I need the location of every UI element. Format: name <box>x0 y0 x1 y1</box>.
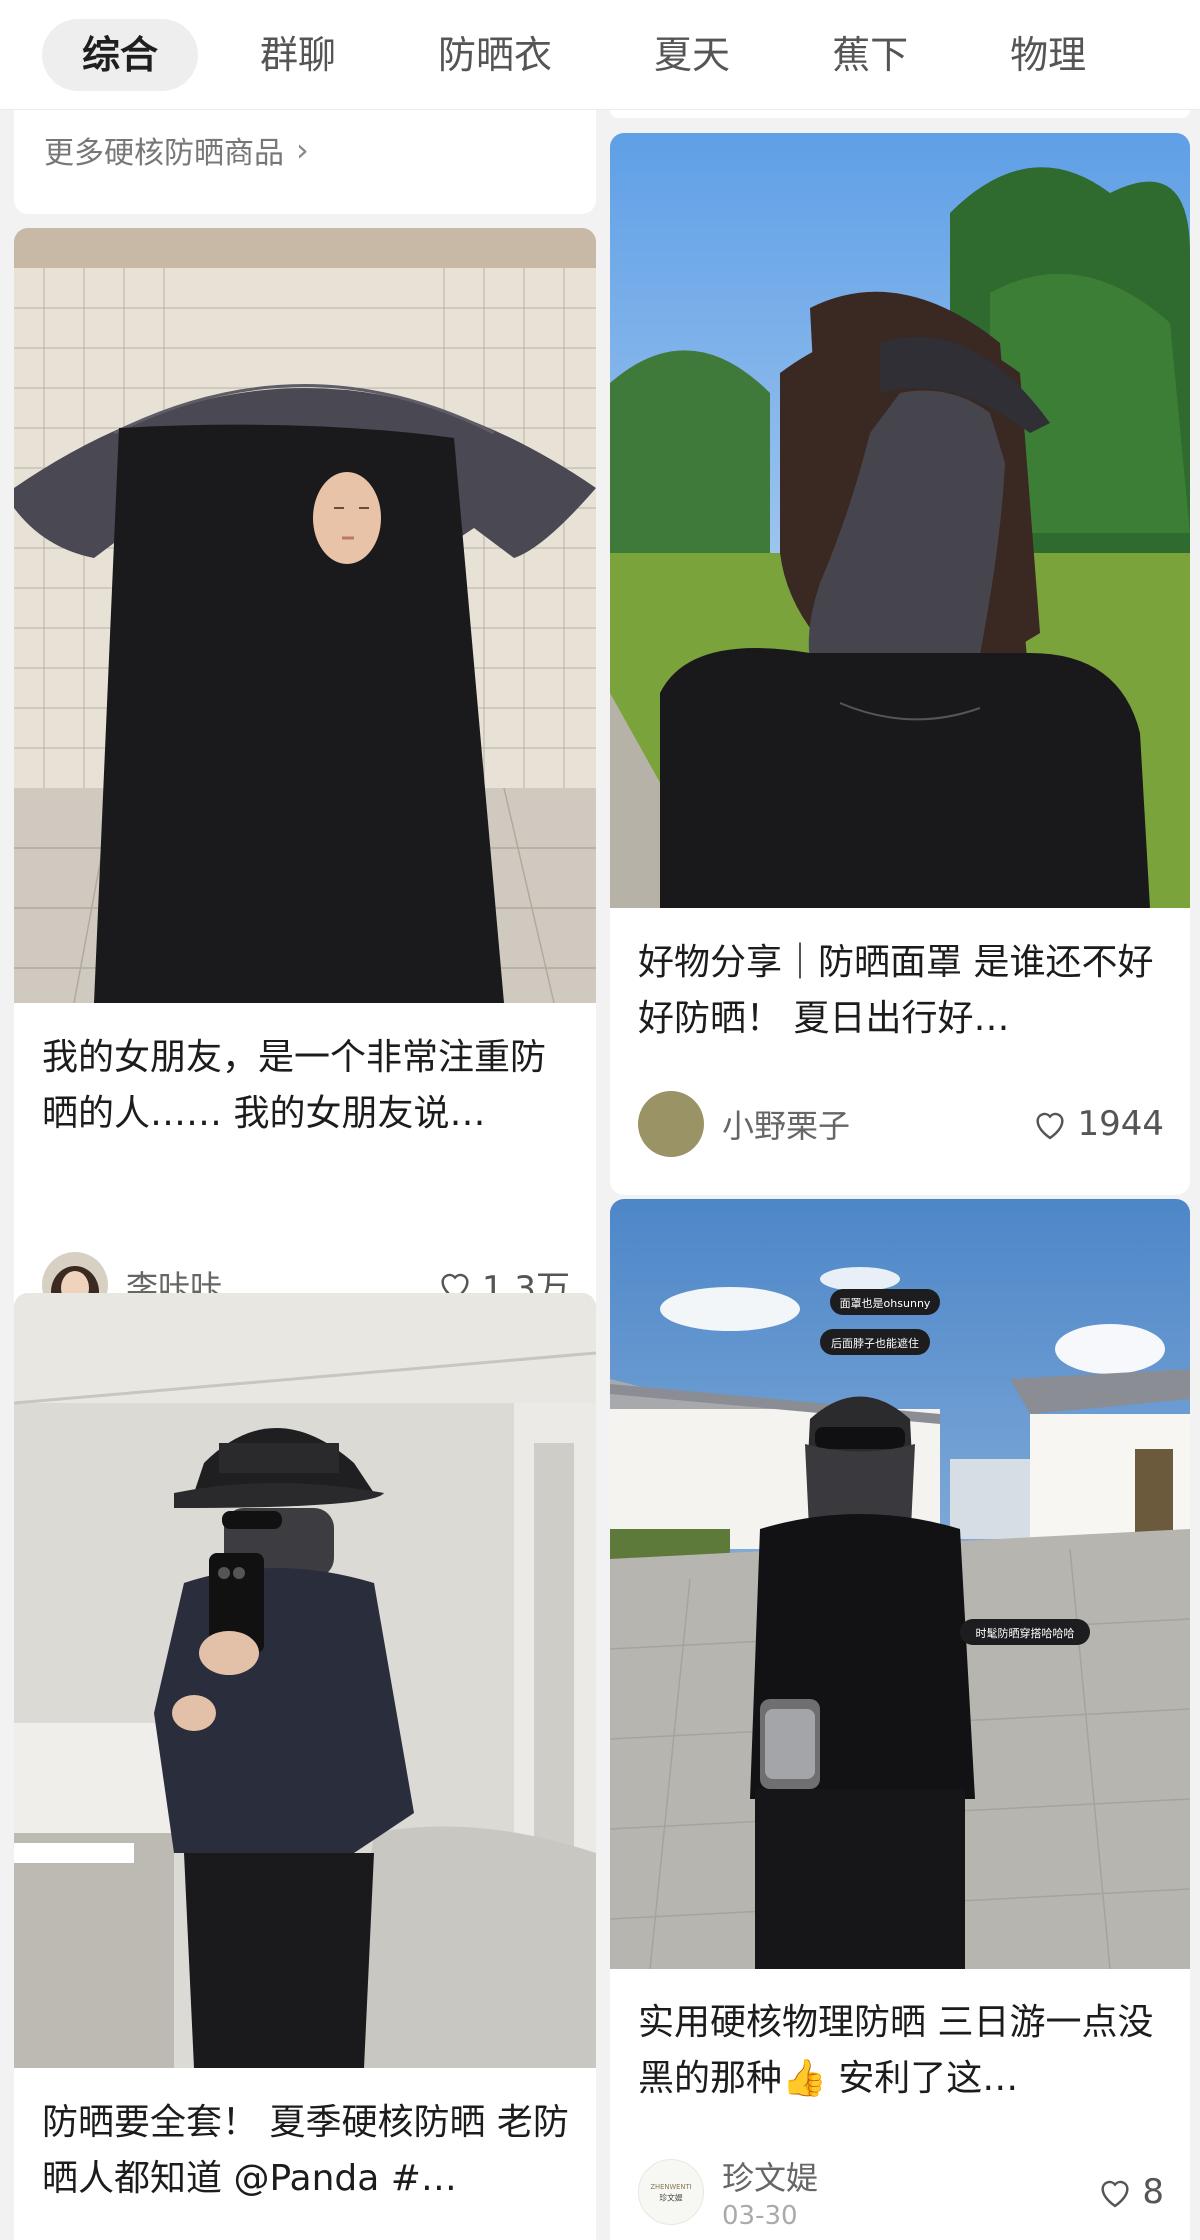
author-name[interactable]: 珍文媞 <box>722 2153 818 2199</box>
author-avatar[interactable]: ZHENWENTI 珍文媞 <box>638 2159 704 2225</box>
note-meta: 小野栗子 1944 <box>638 1089 1164 1159</box>
note-title[interactable]: 好物分享｜防晒面罩 是谁还不好好防晒！ 夏日出行好… <box>638 935 1164 1047</box>
author-name[interactable]: 小野栗子 <box>722 1101 850 1147</box>
author-avatar[interactable] <box>638 1091 704 1157</box>
note-cover-image[interactable]: 面罩也是ohsunny 后面脖子也能遮住 时髦防晒穿搭哈哈哈 <box>610 1199 1190 1969</box>
more-products-link[interactable]: 更多硬核防晒商品 › <box>44 128 309 172</box>
overlay-bubble-1: 面罩也是ohsunny <box>840 1297 931 1310</box>
note-meta: ZHENWENTI 珍文媞 珍文媞 03-30 8 <box>638 2157 1164 2231</box>
tab-jiaoxia[interactable]: 蕉下 <box>792 19 948 91</box>
like-button[interactable]: 1944 <box>1031 1104 1164 1144</box>
note-card[interactable]: 防晒要全套！ 夏季硬核防晒 老防晒人都知道 @Panda #… <box>14 1293 596 2240</box>
category-tabs: 综合 群聊 防晒衣 夏天 蕉下 物理 <box>0 0 1200 110</box>
svg-text:ZHENWENTI: ZHENWENTI <box>650 2183 691 2191</box>
tab-xiatian[interactable]: 夏天 <box>614 19 770 91</box>
author-info: 小野栗子 <box>722 1101 850 1147</box>
like-count: 8 <box>1142 2172 1164 2212</box>
chevron-right-icon: › <box>296 131 309 169</box>
svg-text:珍文媞: 珍文媞 <box>659 2193 683 2203</box>
note-card[interactable]: 我的女朋友，是一个非常注重防晒的人…… 我的女朋友说… 李咔咔 1.3万 <box>14 228 596 1388</box>
note-title[interactable]: 实用硬核物理防晒 三日游一点没黑的那种👍 安利了这… <box>638 1995 1164 2107</box>
like-button[interactable]: 8 <box>1096 2172 1164 2212</box>
note-title[interactable]: 我的女朋友，是一个非常注重防晒的人…… 我的女朋友说… <box>42 1030 570 1142</box>
more-products-card[interactable]: 更多硬核防晒商品 › <box>14 110 596 214</box>
previous-card-edge <box>610 110 1190 118</box>
tab-zonghe[interactable]: 综合 <box>42 18 199 91</box>
heart-icon <box>1096 2175 1134 2209</box>
overlay-bubble-3: 时髦防晒穿搭哈哈哈 <box>976 1626 1075 1640</box>
tab-fangshaiyi[interactable]: 防晒衣 <box>398 19 592 91</box>
overlay-bubble-2: 后面脖子也能遮住 <box>831 1336 919 1350</box>
tab-wuli[interactable]: 物理 <box>970 19 1126 91</box>
author-info: 珍文媞 03-30 <box>722 2153 818 2231</box>
like-count: 1944 <box>1077 1104 1164 1144</box>
note-cover-image[interactable] <box>14 1293 596 2068</box>
note-feed: 更多硬核防晒商品 › 我的女朋友，是一个非常注重防晒的人…… 我的女朋友说… 李… <box>0 110 1200 2240</box>
note-card[interactable]: 面罩也是ohsunny 后面脖子也能遮住 时髦防晒穿搭哈哈哈 实用硬核物理防晒 … <box>610 1199 1190 2240</box>
note-title[interactable]: 防晒要全套！ 夏季硬核防晒 老防晒人都知道 @Panda #… <box>42 2095 570 2207</box>
tab-qunliao[interactable]: 群聊 <box>220 19 376 91</box>
more-products-label: 更多硬核防晒商品 <box>44 136 284 171</box>
note-card[interactable]: 好物分享｜防晒面罩 是谁还不好好防晒！ 夏日出行好… 小野栗子 1944 <box>610 133 1190 1195</box>
post-date: 03-30 <box>722 2201 798 2231</box>
note-cover-image[interactable] <box>14 228 596 1003</box>
heart-icon <box>1031 1107 1069 1141</box>
note-cover-image[interactable] <box>610 133 1190 908</box>
